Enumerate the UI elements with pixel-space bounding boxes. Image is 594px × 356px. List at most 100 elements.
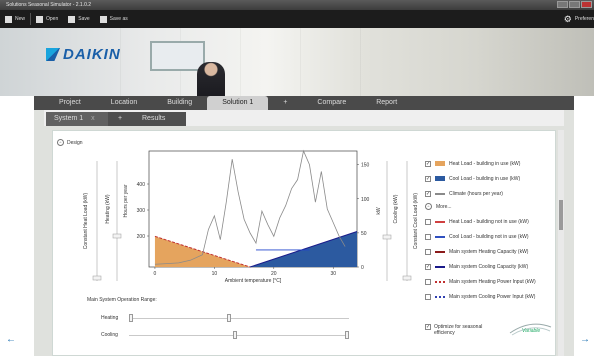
heating-range-min-thumb[interactable] <box>129 314 133 322</box>
tab-results[interactable]: Results <box>132 112 186 126</box>
cooling-range-min-thumb[interactable] <box>233 331 237 339</box>
sub-tab-bar: System 1 x + Results <box>44 110 564 126</box>
legend-label: Heat Load - building in use (kW) <box>449 160 521 167</box>
save-button[interactable]: Save <box>63 10 94 28</box>
tab-system-1[interactable]: System 1 x <box>46 112 108 126</box>
checkbox-cooling-power[interactable] <box>425 293 431 300</box>
design-panel: ^ Design 0 10 20 30 Ambient temperature [°C]… <box>52 130 556 356</box>
tab-project[interactable]: Project <box>44 96 96 110</box>
cooling-range-max-thumb[interactable] <box>345 331 349 339</box>
variable-badge-text: Variable <box>522 328 541 334</box>
legend-item-heat-load[interactable]: ✓ Heat Load - building in use (kW) <box>425 159 520 168</box>
legend-item-cooling-capacity[interactable]: ✓ Main system Cooling Capacity (kW) <box>425 262 528 271</box>
legend-item-cool-load[interactable]: ✓ Cool Load - building in use (kW) <box>425 174 520 183</box>
banner-person <box>197 62 225 96</box>
close-button[interactable] <box>581 1 592 8</box>
checkbox-heating-capacity[interactable] <box>425 248 431 255</box>
legend-label: Climate (hours per year) <box>449 190 503 197</box>
legend-item-heat-load-not-in-use[interactable]: Heat Load - building not in use (kW) <box>425 217 529 226</box>
expand-more-icon: ^ <box>425 203 432 210</box>
heating-slider-thumb <box>112 233 122 239</box>
tab-add-solution[interactable]: + <box>268 96 302 110</box>
legend-swatch <box>435 161 445 166</box>
checkbox-cooling-capacity[interactable]: ✓ <box>425 263 431 270</box>
preferences-button[interactable]: ⚙ Preferen <box>564 10 594 28</box>
new-file-icon <box>5 15 12 23</box>
optimize-option[interactable]: ✓ Optimize for seasonal efficiency <box>425 324 500 336</box>
save-as-button[interactable]: Save as <box>95 10 133 28</box>
window-titlebar: Solutions Seasonal Simulator - 2.1.0.2 <box>0 0 594 10</box>
window-controls <box>557 1 592 8</box>
legend-item-cooling-power[interactable]: Main system Cooling Power Input (kW) <box>425 292 535 301</box>
legend-item-cool-load-not-in-use[interactable]: Cool Load - building not in use (kW) <box>425 232 529 241</box>
left-axis-label: Hours per year <box>123 184 129 217</box>
checkbox-cool-load-not-in-use[interactable] <box>425 233 431 240</box>
previous-arrow-icon[interactable]: ← <box>6 334 16 345</box>
legend-swatch <box>435 265 445 268</box>
optimize-checkbox[interactable]: ✓ <box>425 324 431 330</box>
header-banner: DAIKIN <box>0 28 594 96</box>
save-label: Save <box>78 16 90 22</box>
open-button[interactable]: Open <box>31 10 63 28</box>
x-tick-label: 10 <box>212 271 218 277</box>
heating-range-label: Heating <box>101 315 119 321</box>
more-toggle[interactable]: ^ More... <box>425 202 452 211</box>
constant-cool-load-slider-thumb <box>402 275 412 281</box>
legend-swatch <box>435 280 445 283</box>
open-folder-icon <box>36 15 44 23</box>
design-chart: 0 10 20 30 Ambient temperature [°C] 0 50 100 150… <box>83 149 419 284</box>
preferences-label: Preferen <box>574 16 594 22</box>
toolbar: New Open Save Save as ⚙ Preferen <box>0 10 594 28</box>
maximize-button[interactable] <box>569 1 580 8</box>
legend-swatch <box>435 176 445 181</box>
save-as-label: Save as <box>109 16 128 22</box>
cooling-slider-label: Cooling (kW) <box>393 194 399 223</box>
minimize-button[interactable] <box>557 1 568 8</box>
legend-label: Cool Load - building in use (kW) <box>449 175 521 182</box>
cooling-range-track[interactable] <box>129 335 349 336</box>
cooling-range-label: Cooling <box>101 332 118 338</box>
tab-building[interactable]: Building <box>152 96 207 110</box>
optimize-label: Optimize for seasonal efficiency <box>434 324 483 336</box>
app-area: Project Location Building Solution 1 + C… <box>34 96 574 356</box>
checkbox-heat-load[interactable]: ✓ <box>425 160 431 167</box>
daikin-logo: DAIKIN <box>46 46 121 63</box>
legend-swatch <box>435 220 445 223</box>
gear-icon: ⚙ <box>563 13 572 24</box>
legend-item-heating-power[interactable]: Main system Heating Power Input (kW) <box>425 277 536 286</box>
tab-solution-1[interactable]: Solution 1 <box>207 96 269 110</box>
add-system-tab[interactable]: + <box>108 112 132 126</box>
save-icon <box>68 15 76 23</box>
right-tick-label: 150 <box>361 163 370 169</box>
legend-item-heating-capacity[interactable]: Main system Heating Capacity (kW) <box>425 247 528 256</box>
vertical-scrollbar[interactable] <box>558 130 564 356</box>
close-tab-icon[interactable]: x <box>91 115 95 122</box>
checkbox-heat-load-not-in-use[interactable] <box>425 218 431 225</box>
legend-swatch <box>435 235 445 238</box>
scrollbar-thumb[interactable] <box>559 200 563 230</box>
checkbox-cool-load[interactable]: ✓ <box>425 175 431 182</box>
operation-range-title: Main System Operation Range: <box>87 297 157 303</box>
tab-location[interactable]: Location <box>96 96 152 110</box>
legend-label: Heat Load - building not in use (kW) <box>449 218 529 225</box>
legend-item-climate[interactable]: ✓ Climate (hours per year) <box>425 189 503 198</box>
checkbox-climate[interactable]: ✓ <box>425 190 431 197</box>
save-as-icon <box>99 15 107 23</box>
daikin-logo-mark-icon <box>46 48 60 61</box>
heating-range-track[interactable] <box>129 318 349 319</box>
next-arrow-icon[interactable]: → <box>580 334 590 345</box>
banner-whiteboard <box>150 41 205 71</box>
legend-label: Main system Heating Power Input (kW) <box>449 278 536 285</box>
legend-swatch <box>435 192 445 195</box>
checkbox-heating-power[interactable] <box>425 278 431 285</box>
new-button[interactable]: New <box>0 10 30 28</box>
legend-label: Cool Load - building not in use (kW) <box>449 233 529 240</box>
tab-report[interactable]: Report <box>361 96 412 110</box>
heating-range-max-thumb[interactable] <box>227 314 231 322</box>
tab-system-1-label: System 1 <box>54 115 84 122</box>
legend-swatch <box>435 295 445 298</box>
new-label: New <box>15 16 26 22</box>
right-tick-label: 0 <box>361 265 364 271</box>
x-tick-label: 20 <box>271 271 277 277</box>
tab-compare[interactable]: Compare <box>302 96 361 110</box>
